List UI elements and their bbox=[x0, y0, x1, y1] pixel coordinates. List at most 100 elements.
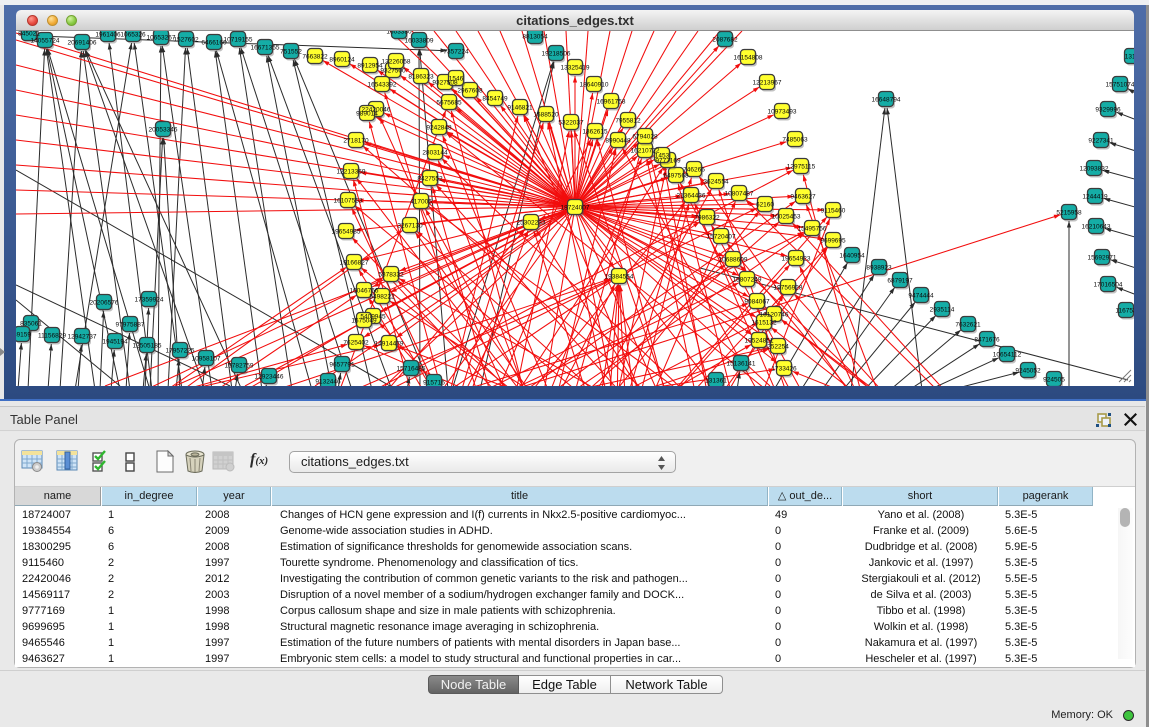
svg-text:15136141: 15136141 bbox=[727, 361, 756, 368]
svg-text:39159: 39159 bbox=[16, 332, 31, 339]
svg-text:16782759: 16782759 bbox=[225, 363, 254, 370]
svg-text:1945194: 1945194 bbox=[102, 339, 128, 346]
svg-text:16961758: 16961758 bbox=[597, 99, 626, 106]
svg-text:19756928: 19756928 bbox=[774, 285, 803, 292]
svg-text:7632621: 7632621 bbox=[955, 322, 981, 329]
svg-text:12505185: 12505185 bbox=[133, 343, 162, 350]
svg-text:12213967: 12213967 bbox=[753, 80, 782, 87]
svg-text:915716: 915716 bbox=[423, 380, 445, 386]
svg-text:18640910: 18640910 bbox=[580, 82, 609, 89]
svg-text:10958107: 10958107 bbox=[192, 356, 221, 363]
svg-text:10973493: 10973493 bbox=[768, 109, 797, 116]
svg-text:7357224: 7357224 bbox=[443, 49, 469, 56]
svg-text:16120746: 16120746 bbox=[760, 312, 789, 319]
svg-text:924505: 924505 bbox=[1043, 377, 1065, 384]
svg-text:12942737: 12942737 bbox=[68, 334, 97, 341]
svg-text:10654112: 10654112 bbox=[993, 352, 1022, 359]
svg-text:21364436: 21364436 bbox=[677, 193, 706, 200]
svg-text:1588520: 1588520 bbox=[533, 112, 559, 119]
svg-text:19654985: 19654985 bbox=[332, 229, 361, 236]
svg-text:14914479: 14914479 bbox=[375, 341, 404, 348]
svg-text:8186323: 8186323 bbox=[408, 74, 434, 81]
svg-text:5322037: 5322037 bbox=[558, 120, 584, 127]
svg-text:12975115: 12975115 bbox=[787, 164, 816, 171]
svg-text:1065326: 1065326 bbox=[120, 32, 146, 39]
svg-text:1615132: 1615132 bbox=[751, 320, 777, 327]
svg-text:9146821: 9146821 bbox=[507, 105, 533, 112]
svg-text:1603380: 1603380 bbox=[386, 31, 412, 36]
svg-text:2803144: 2803144 bbox=[422, 150, 448, 157]
svg-text:3267130: 3267130 bbox=[397, 223, 423, 230]
svg-text:19654923: 19654923 bbox=[782, 256, 811, 263]
svg-text:8471676: 8471676 bbox=[974, 337, 1000, 344]
svg-text:10653267: 10653267 bbox=[147, 35, 176, 42]
svg-text:1312: 1312 bbox=[1125, 54, 1134, 61]
svg-text:9227341: 9227341 bbox=[1088, 138, 1114, 145]
svg-text:5675685: 5675685 bbox=[436, 100, 462, 107]
svg-text:19166827: 19166827 bbox=[340, 260, 369, 267]
svg-text:2967608: 2967608 bbox=[457, 88, 483, 95]
svg-text:16107553: 16107553 bbox=[334, 198, 363, 205]
svg-text:1244419: 1244419 bbox=[1082, 194, 1108, 201]
svg-text:751552: 751552 bbox=[280, 49, 302, 56]
svg-text:6497568: 6497568 bbox=[663, 173, 689, 180]
svg-text:12923446: 12923446 bbox=[255, 374, 284, 381]
svg-text:9245052: 9245052 bbox=[1015, 368, 1041, 375]
svg-text:16210643: 16210643 bbox=[1082, 224, 1111, 231]
svg-text:2718170: 2718170 bbox=[343, 138, 369, 145]
svg-text:8960124: 8960124 bbox=[329, 57, 355, 64]
svg-text:9084067: 9084067 bbox=[744, 299, 770, 306]
svg-text:10688609: 10688609 bbox=[719, 257, 748, 264]
svg-text:17359924: 17359924 bbox=[135, 297, 164, 304]
svg-text:252254: 252254 bbox=[767, 344, 789, 351]
svg-text:1640954: 1640954 bbox=[839, 253, 865, 260]
svg-text:25302233: 25302233 bbox=[517, 220, 546, 227]
svg-text:9329996: 9329996 bbox=[1095, 107, 1121, 114]
svg-text:845021: 845021 bbox=[18, 31, 40, 38]
svg-text:9242848: 9242848 bbox=[426, 125, 452, 132]
svg-text:62160: 62160 bbox=[756, 202, 774, 209]
svg-text:9474444: 9474444 bbox=[908, 293, 934, 300]
svg-text:15692971: 15692971 bbox=[1088, 255, 1117, 262]
svg-text:9327500: 9327500 bbox=[380, 68, 406, 75]
svg-text:17957225: 17957225 bbox=[166, 348, 195, 355]
svg-text:6794028: 6794028 bbox=[632, 134, 658, 141]
svg-text:15720407: 15720407 bbox=[707, 234, 736, 241]
svg-text:10719155: 10719155 bbox=[224, 37, 253, 44]
svg-text:10025453: 10025453 bbox=[772, 214, 801, 221]
svg-text:8912954: 8912954 bbox=[357, 63, 383, 70]
svg-text:11156829: 11156829 bbox=[38, 333, 66, 340]
svg-text:2935114: 2935114 bbox=[930, 307, 955, 314]
svg-text:15716485: 15716485 bbox=[397, 366, 426, 373]
svg-text:16648794: 16648794 bbox=[872, 97, 901, 104]
svg-text:9657791: 9657791 bbox=[329, 362, 355, 369]
svg-text:19218506: 19218506 bbox=[542, 51, 571, 58]
svg-text:7625402: 7625402 bbox=[343, 340, 369, 347]
svg-text:7986322: 7986322 bbox=[694, 215, 720, 222]
svg-text:7663822: 7663822 bbox=[302, 54, 328, 61]
svg-text:16543392: 16543392 bbox=[368, 82, 397, 89]
svg-text:1527602: 1527602 bbox=[173, 37, 199, 44]
svg-text:3624554: 3624554 bbox=[703, 179, 729, 186]
svg-text:1362615: 1362615 bbox=[582, 129, 608, 136]
svg-text:9115460: 9115460 bbox=[821, 208, 846, 215]
svg-text:835061: 835061 bbox=[20, 321, 42, 328]
svg-text:13325419: 13325419 bbox=[561, 65, 590, 72]
svg-text:131361: 131361 bbox=[705, 378, 727, 385]
svg-text:8454749: 8454749 bbox=[482, 96, 508, 103]
svg-text:20206576: 20206576 bbox=[90, 300, 119, 307]
svg-text:20053346: 20053346 bbox=[149, 127, 178, 134]
svg-text:12213369: 12213369 bbox=[337, 169, 366, 176]
svg-text:18724007: 18724007 bbox=[561, 205, 590, 212]
svg-text:5878332: 5878332 bbox=[378, 272, 404, 279]
svg-text:20691406: 20691406 bbox=[68, 40, 97, 47]
svg-text:1961406: 1961406 bbox=[95, 32, 121, 39]
svg-text:15751074: 15751074 bbox=[1106, 82, 1134, 89]
svg-text:1546: 1546 bbox=[449, 76, 464, 83]
svg-text:8813054: 8813054 bbox=[522, 34, 548, 41]
svg-text:8427552: 8427552 bbox=[417, 176, 443, 183]
svg-text:2087682: 2087682 bbox=[712, 37, 738, 44]
svg-text:12093832: 12093832 bbox=[1080, 166, 1109, 173]
svg-text:8938923: 8938923 bbox=[866, 265, 892, 272]
svg-text:14055724: 14055724 bbox=[31, 38, 60, 45]
